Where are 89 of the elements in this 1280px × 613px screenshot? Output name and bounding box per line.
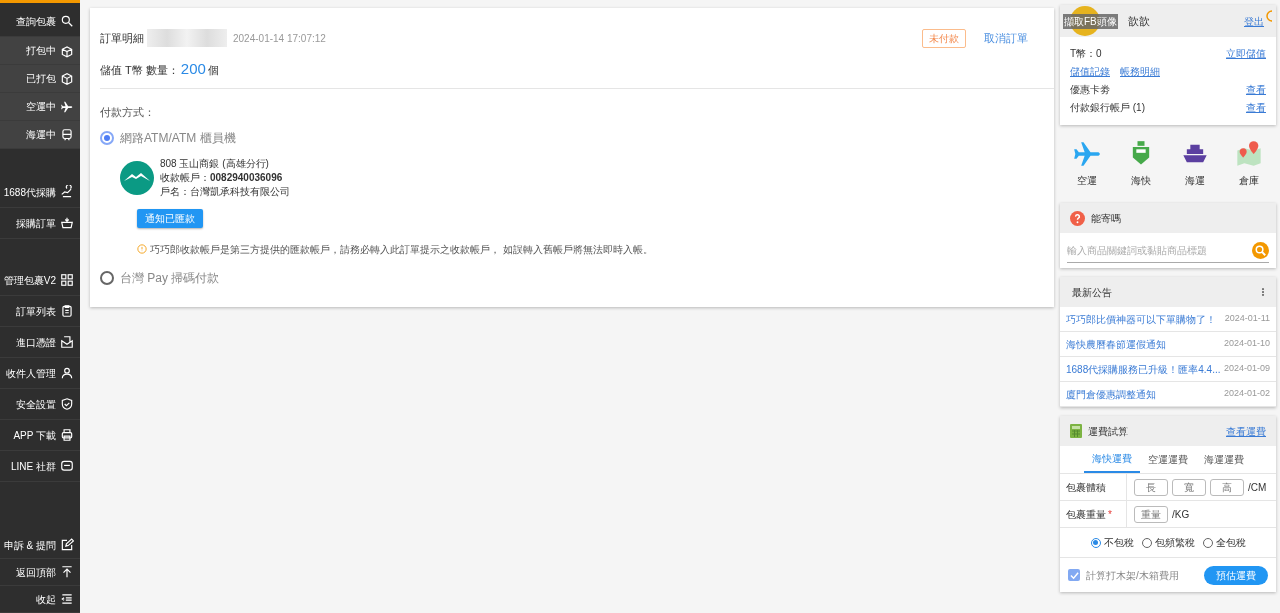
topup-link[interactable]: 立即儲值	[1226, 46, 1266, 61]
unit-label: /KG	[1172, 507, 1190, 522]
loading-spinner-icon	[1264, 10, 1274, 22]
account-holder: 戶名：台灣凱承科技有限公司	[160, 184, 290, 199]
info-label: 付款銀行帳戶 (1)	[1070, 101, 1145, 115]
info-label: 優惠卡劵	[1070, 83, 1110, 97]
payment-option[interactable]: 網路ATM/ATM 櫃員機	[100, 128, 1044, 147]
tax-option[interactable]: 全包稅	[1202, 535, 1246, 550]
train-icon	[60, 127, 74, 142]
amount-unit: 個	[207, 63, 219, 78]
card-title: 運費試算	[1088, 424, 1129, 439]
sidebar-item[interactable]: 已打包	[0, 65, 80, 93]
amount-label: 儲值 T幣 數量：	[100, 63, 179, 78]
card-title: 最新公告	[1072, 285, 1112, 300]
avatar-caption: 擷取FB頭像	[1063, 14, 1118, 29]
basket-icon	[60, 216, 74, 230]
calculator-icon	[1070, 424, 1082, 438]
logout-link[interactable]: 登出	[1244, 13, 1264, 29]
mountain-logo-icon	[120, 160, 154, 195]
view-link[interactable]: 查看	[1246, 82, 1266, 97]
sidebar-item[interactable]: 打包中	[0, 37, 80, 65]
user-icon	[60, 366, 74, 380]
sidebar-item[interactable]: 空運中	[0, 93, 80, 121]
tax-option[interactable]: 不包稅	[1090, 535, 1134, 550]
order-title: 訂單明細	[100, 30, 144, 46]
dimension-field[interactable]: 重量	[1134, 505, 1168, 523]
dimension-field[interactable]: 高	[1210, 478, 1244, 496]
notice-text: 巧巧郎收款帳戶是第三方提供的匯款帳戶，請務必轉入此訂單提示之收款帳戶， 如誤轉入舊帳戶將無法即時入帳。	[150, 242, 653, 257]
tax-option[interactable]: 包頻繁稅	[1141, 535, 1195, 550]
box-icon	[60, 43, 74, 58]
search-icon[interactable]	[1252, 241, 1269, 259]
clipboard-icon	[60, 304, 74, 318]
box-icon	[60, 71, 74, 86]
warning-icon	[137, 244, 147, 254]
map-pin-icon	[1235, 140, 1263, 168]
payment-option[interactable]: 台灣 Pay 掃碼付款	[100, 268, 1044, 287]
news-date: 2024-01-11	[1224, 312, 1270, 326]
rate-tab[interactable]: 海快運費	[1084, 446, 1140, 473]
news-date: 2024-01-10	[1223, 337, 1270, 351]
required-mark: *	[1108, 507, 1112, 522]
news-link[interactable]: 海快農曆春節運假通知	[1066, 336, 1166, 352]
shortcut-tile[interactable]: 海運	[1168, 140, 1222, 188]
payment-label: 付款方式：	[100, 105, 156, 120]
amount-value: 200	[180, 59, 206, 79]
unit-label: /CM	[1248, 480, 1267, 495]
airplane-icon	[60, 99, 74, 114]
checkbox[interactable]	[1068, 569, 1080, 581]
account-label: 收款帳戶：	[160, 170, 210, 185]
account-link[interactable]: 儲值記錄	[1070, 64, 1110, 79]
status-tag: 未付款	[922, 28, 966, 48]
dimension-field[interactable]: 長	[1134, 478, 1168, 496]
collapse-icon	[60, 592, 74, 606]
news-date: 2024-01-09	[1223, 362, 1270, 376]
shortcut-tile[interactable]: 倉庫	[1222, 140, 1276, 188]
news-link[interactable]: 廈門倉優惠調整通知	[1066, 386, 1156, 402]
question-icon	[1070, 210, 1085, 226]
account-link[interactable]: 帳務明細	[1120, 64, 1160, 79]
field-label: 包裹重量	[1066, 507, 1106, 522]
cancel-order-link[interactable]: 取消訂單	[984, 29, 1028, 47]
shield-icon	[60, 397, 74, 411]
shortcut-tile[interactable]: 海快	[1114, 140, 1168, 188]
airplane-icon	[1073, 140, 1101, 168]
news-date: 2024-01-02	[1223, 387, 1270, 401]
envelope-icon	[60, 335, 74, 349]
coin-balance: T幣：0	[1070, 47, 1102, 61]
user-name: 歆歆	[1128, 13, 1151, 29]
shortcut-tile[interactable]: 空運	[1060, 140, 1114, 188]
edit-icon	[60, 538, 74, 552]
rate-tab[interactable]: 空運運費	[1140, 446, 1196, 473]
field-label: 包裹體積	[1066, 480, 1106, 495]
checkbox-label: 計算打木架/木箱費用	[1086, 568, 1179, 583]
chat-icon	[60, 459, 74, 473]
dimension-field[interactable]: 寬	[1172, 478, 1206, 496]
news-link[interactable]: 1688代採購服務已升級！匯率4.4...	[1066, 361, 1221, 377]
news-link[interactable]: 巧巧郎比價神器可以下單購物了！	[1066, 311, 1216, 327]
grid-icon	[60, 273, 74, 287]
card-title: 能寄嗎	[1091, 211, 1121, 226]
bank-name: 808 玉山商銀 (高雄分行)	[160, 156, 270, 171]
sidebar-item[interactable]: 海運中	[0, 121, 80, 149]
order-date: 2024-01-14 17:07:12	[233, 31, 326, 46]
radio-button[interactable]	[100, 130, 114, 145]
account-number: 0082940036096	[210, 170, 283, 185]
view-rates-link[interactable]: 查看運費	[1226, 423, 1266, 439]
printer-icon	[60, 428, 74, 442]
radio-button[interactable]	[100, 270, 114, 285]
view-link[interactable]: 查看	[1246, 100, 1266, 115]
arrow-up-icon	[60, 565, 74, 579]
rate-tab[interactable]: 海運運費	[1196, 446, 1252, 473]
search-icon	[60, 14, 74, 28]
